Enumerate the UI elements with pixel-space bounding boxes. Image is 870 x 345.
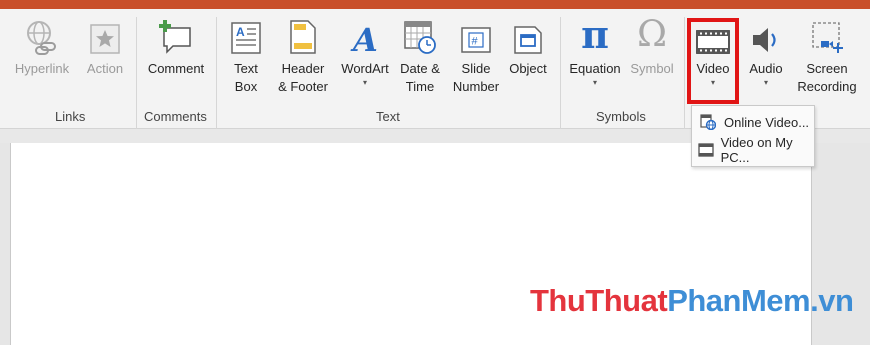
slide-number-label-1: Slide [461, 61, 491, 76]
header-footer-icon [289, 15, 317, 55]
screen-recording-label-1: Screen [806, 61, 848, 76]
watermark-logo: ThuThuatPhanMem.vn [530, 283, 854, 319]
comments-group-label: Comments [144, 109, 207, 124]
symbol-button[interactable]: Ω Symbol [626, 15, 678, 78]
wordart-icon: A [350, 15, 380, 55]
svg-text:#: # [472, 36, 479, 48]
wordart-button[interactable]: A WordArt ▾ [336, 15, 394, 88]
audio-button[interactable]: Audio ▾ [744, 15, 788, 88]
pi-icon: π [581, 12, 609, 57]
svg-text:A: A [236, 25, 245, 39]
header-footer-label-1: Header [281, 61, 325, 76]
equation-dropdown-icon: ▾ [592, 78, 597, 87]
action-button[interactable]: Action [82, 15, 128, 78]
slide-number-label-2: Number [452, 79, 500, 94]
group-divider [216, 17, 217, 131]
watermark-part-2: PhanMem [667, 283, 811, 318]
header-footer-label-2: & Footer [278, 79, 328, 94]
watermark-part-1: ThuThuat [530, 283, 668, 318]
video-dropdown-menu: Online Video... Video on My PC... [691, 105, 815, 167]
group-divider [684, 17, 685, 131]
equation-label: Equation [569, 61, 621, 76]
group-divider [136, 17, 137, 131]
screen-recording-icon [809, 15, 845, 55]
omega-icon: Ω [637, 14, 667, 55]
video-highlight-box [687, 18, 739, 104]
text-box-label-1: Text [234, 61, 258, 76]
audio-label: Audio [749, 61, 783, 76]
screen-recording-label-2: Recording [797, 79, 857, 94]
date-time-button[interactable]: Date & Time [396, 15, 444, 96]
action-star-icon [89, 15, 121, 55]
text-box-button[interactable]: A Text Box [226, 15, 266, 96]
action-label: Action [86, 61, 124, 76]
object-button[interactable]: Object [504, 15, 552, 78]
video-on-pc-label: Video on My PC... [720, 135, 793, 165]
calendar-clock-icon [403, 15, 437, 55]
group-divider [560, 17, 561, 131]
text-box-icon: A [230, 15, 262, 55]
svg-text:A: A [350, 21, 378, 55]
symbol-label: Symbol [630, 61, 674, 76]
text-box-label-2: Box [234, 79, 258, 94]
date-time-label-2: Time [405, 79, 435, 94]
wordart-dropdown-icon: ▾ [362, 78, 367, 87]
header-footer-button[interactable]: Header & Footer [272, 15, 334, 96]
screen-recording-button[interactable]: Screen Recording [792, 15, 862, 96]
text-group-label: Text [376, 109, 400, 124]
watermark-part-3: .vn [810, 283, 854, 318]
slide-number-icon: # [460, 15, 492, 55]
symbols-group-label: Symbols [596, 109, 646, 124]
comment-plus-icon [158, 15, 194, 55]
links-group-label: Links [55, 109, 86, 124]
film-icon [692, 143, 721, 157]
hyperlink-label: Hyperlink [14, 61, 70, 76]
speaker-icon [750, 15, 782, 55]
title-bar [0, 0, 870, 9]
globe-link-icon [25, 15, 59, 55]
equation-button[interactable]: π Equation ▾ [564, 15, 626, 88]
online-video-label: Online Video... [724, 114, 810, 130]
online-video-icon [692, 114, 724, 130]
comment-label: Comment [147, 61, 205, 76]
hyperlink-button[interactable]: Hyperlink [14, 15, 70, 78]
menu-item-video-on-pc[interactable]: Video on My PC... [692, 135, 814, 165]
wordart-label: WordArt [341, 61, 389, 76]
audio-dropdown-icon: ▾ [763, 78, 768, 87]
menu-item-online-video[interactable]: Online Video... [692, 108, 814, 136]
object-label: Object [509, 61, 547, 76]
comment-button[interactable]: Comment [142, 15, 210, 78]
slide-number-button[interactable]: # Slide Number [450, 15, 502, 96]
object-icon [513, 15, 543, 55]
date-time-label-1: Date & [400, 61, 440, 76]
